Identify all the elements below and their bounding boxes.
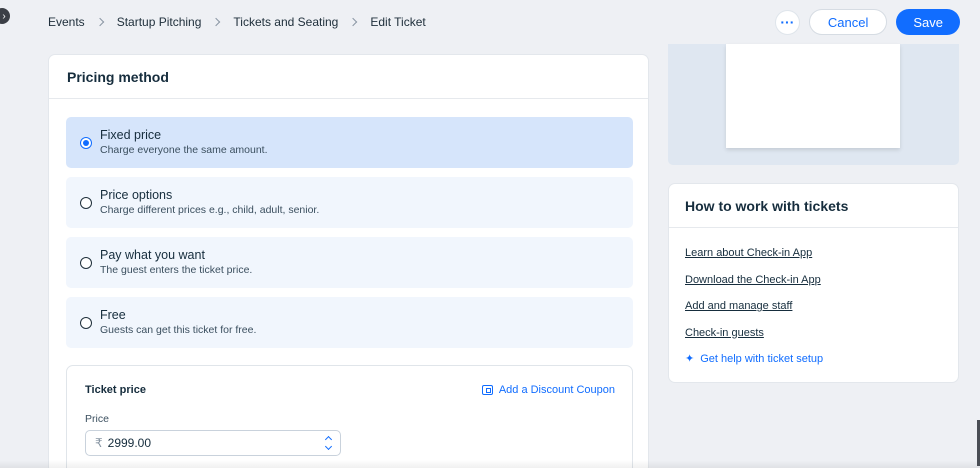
link-learn-check-in-app[interactable]: Learn about Check-in App	[685, 247, 823, 260]
save-button[interactable]: Save	[896, 9, 960, 35]
ticket-preview	[726, 44, 900, 148]
pricing-method-title: Pricing method	[49, 55, 648, 99]
breadcrumb-tickets-and-seating[interactable]: Tickets and Seating	[233, 15, 338, 29]
chevron-down-icon[interactable]	[324, 442, 332, 451]
coupon-icon	[481, 385, 493, 395]
option-text: Price options Charge different prices e.…	[100, 188, 319, 217]
pricing-method-card: Pricing method Fixed price Charge everyo…	[48, 54, 649, 468]
cancel-button[interactable]: Cancel	[808, 9, 888, 35]
option-free[interactable]: Free Guests can get this ticket for free…	[66, 297, 633, 348]
currency-symbol: ₹	[95, 436, 103, 450]
help-title: How to work with tickets	[669, 184, 958, 228]
chevron-right-icon[interactable]: ›	[0, 8, 10, 24]
price-input[interactable]: ₹ 2999.00	[85, 430, 341, 456]
chevron-right-icon	[95, 17, 104, 27]
breadcrumb: Events Startup Pitching Tickets and Seat…	[48, 15, 426, 29]
radio-button[interactable]	[80, 196, 92, 209]
help-card: How to work with tickets Learn about Che…	[668, 183, 959, 383]
option-title: Free	[100, 308, 126, 322]
option-text: Fixed price Charge everyone the same amo…	[100, 128, 268, 157]
option-title: Fixed price	[100, 128, 162, 142]
radio-button-selected[interactable]	[80, 136, 92, 149]
radio-button[interactable]	[80, 316, 92, 329]
option-pay-what-you-want[interactable]: Pay what you want The guest enters the t…	[66, 237, 633, 288]
more-actions-button[interactable]: ···	[774, 9, 800, 35]
option-fixed-price[interactable]: Fixed price Charge everyone the same amo…	[66, 117, 633, 168]
sparkle-icon: ✦	[685, 353, 695, 365]
pricing-options: Fixed price Charge everyone the same amo…	[66, 117, 633, 357]
option-title: Pay what you want	[100, 248, 205, 262]
top-bar: › Events Startup Pitching Tickets and Se…	[0, 0, 980, 44]
ai-help-link[interactable]: ✦ Get help with ticket setup	[685, 353, 823, 366]
price-label: Price	[85, 413, 109, 425]
bottom-shade	[0, 460, 980, 468]
price-value[interactable]: 2999.00	[108, 436, 151, 450]
ticket-price-title: Ticket price	[85, 384, 146, 396]
breadcrumb-events[interactable]: Events	[48, 15, 85, 29]
option-text: Free Guests can get this ticket for free…	[100, 308, 256, 337]
breadcrumb-edit-ticket: Edit Ticket	[370, 15, 426, 29]
link-add-manage-staff[interactable]: Add and manage staff	[685, 300, 823, 313]
chevron-right-icon	[349, 17, 358, 27]
add-discount-coupon-link[interactable]: Add a Discount Coupon	[481, 384, 615, 396]
price-stepper[interactable]	[324, 435, 332, 451]
ai-help-label: Get help with ticket setup	[700, 353, 824, 365]
link-download-check-in-app[interactable]: Download the Check-in App	[685, 274, 823, 287]
option-price-options[interactable]: Price options Charge different prices e.…	[66, 177, 633, 228]
help-links: Learn about Check-in App Download the Ch…	[685, 247, 823, 366]
coupon-link-label: Add a Discount Coupon	[498, 384, 615, 396]
header-actions: ··· Cancel Save	[774, 9, 960, 35]
chevron-right-icon	[212, 17, 221, 27]
option-text: Pay what you want The guest enters the t…	[100, 248, 252, 277]
link-check-in-guests[interactable]: Check-in guests	[685, 327, 823, 340]
breadcrumb-startup-pitching[interactable]: Startup Pitching	[117, 15, 202, 29]
ticket-preview-panel	[668, 44, 959, 165]
option-description: Charge everyone the same amount.	[100, 144, 268, 156]
option-description: Guests can get this ticket for free.	[100, 324, 257, 336]
option-title: Price options	[100, 188, 173, 202]
ticket-price-section: Ticket price Add a Discount Coupon Price…	[66, 365, 633, 468]
radio-button[interactable]	[80, 256, 92, 269]
option-description: Charge different prices e.g., child, adu…	[100, 204, 320, 216]
option-description: The guest enters the ticket price.	[100, 264, 253, 276]
